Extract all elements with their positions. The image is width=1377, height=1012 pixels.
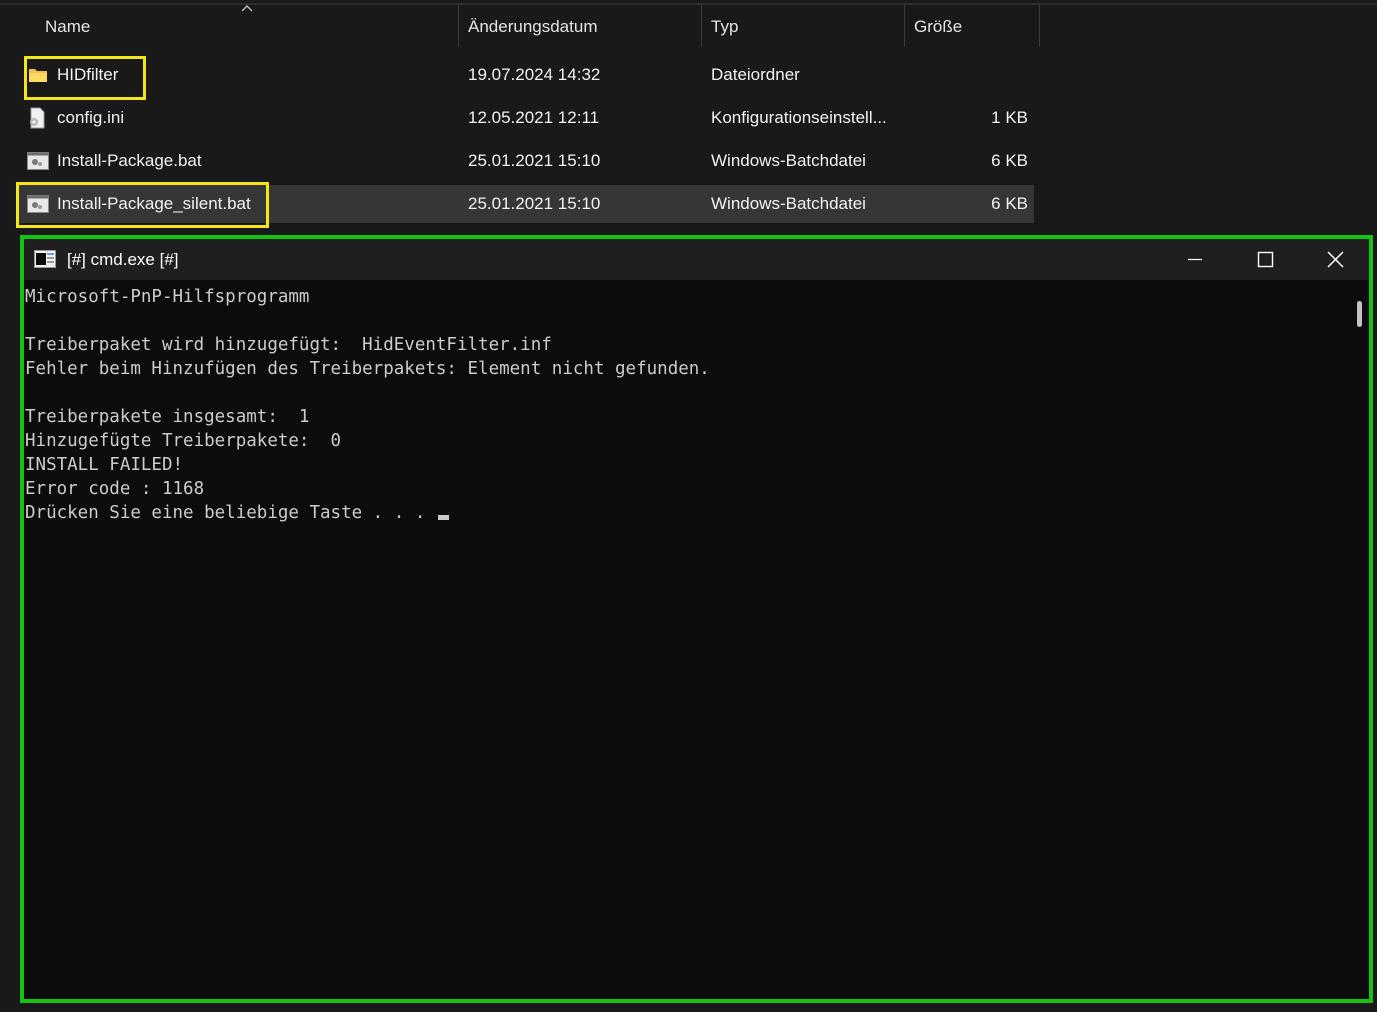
console-prompt-line: Drücken Sie eine beliebige Taste . . .	[25, 501, 710, 525]
console-line: Fehler beim Hinzufügen des Treiberpakets…	[25, 359, 710, 379]
column-divider[interactable]	[904, 5, 905, 47]
file-name[interactable]: Install-Package_silent.bat	[57, 185, 251, 223]
file-size: 6 KB	[991, 194, 1028, 213]
file-row[interactable]: HIDfilter 19.07.2024 14:32 Dateiordner	[18, 56, 1034, 94]
scrollbar-thumb[interactable]	[1357, 301, 1362, 327]
file-date: 25.01.2021 15:10	[468, 151, 601, 170]
column-header-bar: Name Änderungsdatum Typ Größe	[0, 5, 1377, 47]
column-header-type[interactable]: Typ	[711, 5, 738, 47]
file-name[interactable]: HIDfilter	[57, 56, 118, 94]
column-divider[interactable]	[701, 5, 702, 47]
batch-file-icon	[27, 195, 49, 213]
file-size: 6 KB	[991, 151, 1028, 170]
console-line: Microsoft-PnP-Hilfsprogramm	[25, 287, 310, 307]
console-line: Error code : 1168	[25, 479, 205, 499]
file-type: Windows-Batchdatei	[711, 151, 866, 170]
console-line: Hinzugefügte Treiberpakete: 0	[25, 431, 342, 451]
close-icon[interactable]	[1300, 239, 1370, 280]
settings-file-icon	[30, 107, 45, 129]
file-row[interactable]: config.ini 12.05.2021 12:11 Konfiguratio…	[18, 99, 1034, 137]
cmd-title: [#] cmd.exe [#]	[67, 250, 179, 269]
scrollbar[interactable]	[1353, 283, 1367, 999]
maximize-icon[interactable]	[1229, 239, 1299, 280]
file-size: 1 KB	[991, 108, 1028, 127]
minimize-icon[interactable]	[1160, 239, 1230, 280]
file-type: Windows-Batchdatei	[711, 194, 866, 213]
file-date: 12.05.2021 12:11	[468, 108, 600, 127]
file-date: 25.01.2021 15:10	[468, 194, 601, 213]
console-line: Treiberpaket wird hinzugefügt: HidEventF…	[25, 335, 552, 355]
column-divider[interactable]	[458, 5, 459, 47]
column-header-name[interactable]: Name	[45, 5, 90, 47]
console-output[interactable]: Microsoft-PnP-Hilfsprogramm Treiberpaket …	[25, 285, 710, 525]
file-date: 19.07.2024 14:32	[468, 65, 601, 84]
batch-file-icon	[27, 152, 49, 170]
file-name[interactable]: Install-Package.bat	[57, 142, 202, 180]
text-cursor	[437, 515, 449, 520]
console-line: Treiberpakete insgesamt: 1	[25, 407, 310, 427]
column-header-size[interactable]: Größe	[914, 5, 962, 47]
file-row-selected[interactable]: Install-Package_silent.bat 25.01.2021 15…	[18, 185, 1034, 223]
file-type: Konfigurationseinstell...	[711, 108, 887, 127]
cmd-title-bar[interactable]: [#] cmd.exe [#]	[24, 239, 1369, 280]
file-size	[958, 56, 1028, 94]
console-line: INSTALL FAILED!	[25, 455, 184, 475]
cmd-window: [#] cmd.exe [#] Microsoft-PnP-Hilfsprogr…	[20, 235, 1373, 1003]
file-row[interactable]: Install-Package.bat 25.01.2021 15:10 Win…	[18, 142, 1034, 180]
column-divider[interactable]	[1039, 5, 1040, 47]
console-window-icon	[34, 250, 56, 268]
file-name[interactable]: config.ini	[57, 99, 124, 137]
console-prompt-text: Drücken Sie eine beliebige Taste . . .	[25, 503, 436, 523]
file-type: Dateiordner	[711, 65, 800, 84]
column-header-date[interactable]: Änderungsdatum	[468, 5, 597, 47]
folder-icon	[29, 69, 47, 82]
